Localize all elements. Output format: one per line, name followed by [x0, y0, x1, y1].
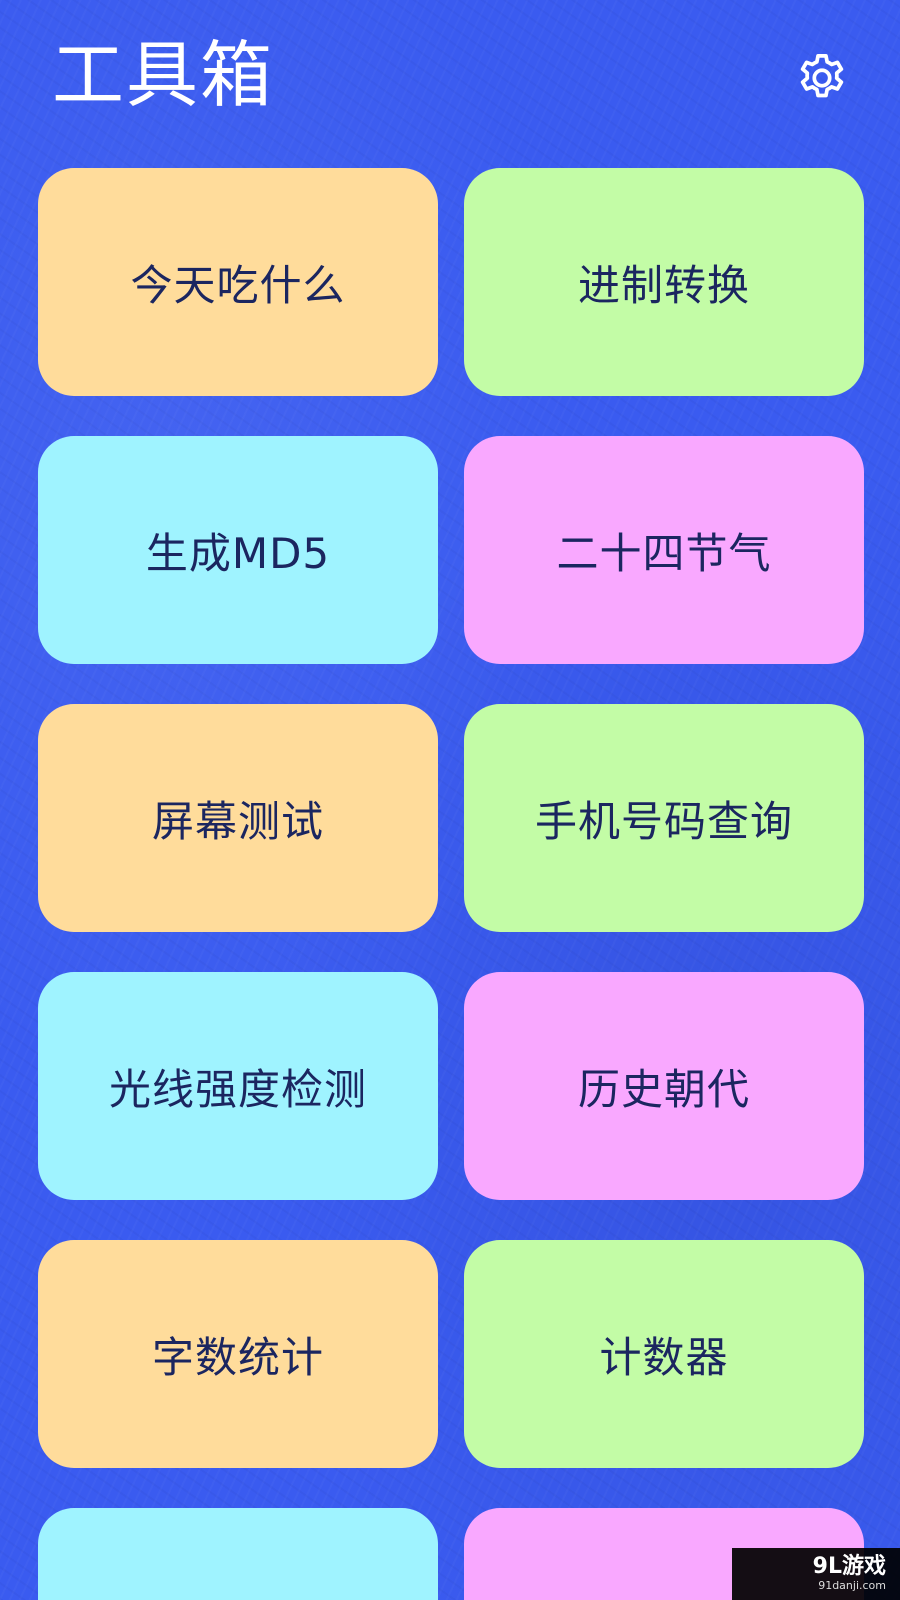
- tool-light-intensity[interactable]: 光线强度检测: [38, 972, 438, 1200]
- tool-label: 光线强度检测: [108, 1064, 367, 1114]
- tool-label: 今天吃什么: [130, 260, 346, 310]
- tool-word-count[interactable]: 字数统计: [38, 1240, 438, 1468]
- page-title: 工具箱: [52, 33, 275, 117]
- tool-partial-tile-left[interactable]: [38, 1508, 438, 1600]
- tool-base-conversion[interactable]: 进制转换: [464, 168, 864, 396]
- tool-label: 生成MD5: [145, 528, 331, 578]
- tool-label: 历史朝代: [577, 1064, 750, 1114]
- tool-phone-number-lookup[interactable]: 手机号码查询: [464, 704, 864, 932]
- settings-button[interactable]: [794, 50, 850, 106]
- tool-label: 屏幕测试: [151, 796, 324, 846]
- tool-historical-dynasties[interactable]: 历史朝代: [464, 972, 864, 1200]
- tool-label: 计数器: [599, 1332, 729, 1382]
- gear-icon: [800, 53, 844, 98]
- tool-what-to-eat-today[interactable]: 今天吃什么: [38, 168, 438, 396]
- watermark-logo: 9L游戏: [812, 1554, 886, 1579]
- tool-solar-terms[interactable]: 二十四节气: [464, 436, 864, 664]
- tool-label: 手机号码查询: [534, 796, 793, 846]
- tool-label: 字数统计: [151, 1332, 324, 1382]
- tool-label: 进制转换: [577, 260, 750, 310]
- watermark: 9L游戏 91danji.com: [732, 1548, 900, 1600]
- tool-counter[interactable]: 计数器: [464, 1240, 864, 1468]
- tool-generate-md5[interactable]: 生成MD5: [38, 436, 438, 664]
- tool-screen-test[interactable]: 屏幕测试: [38, 704, 438, 932]
- tool-label: 二十四节气: [556, 528, 772, 578]
- watermark-url: 91danji.com: [818, 1579, 886, 1592]
